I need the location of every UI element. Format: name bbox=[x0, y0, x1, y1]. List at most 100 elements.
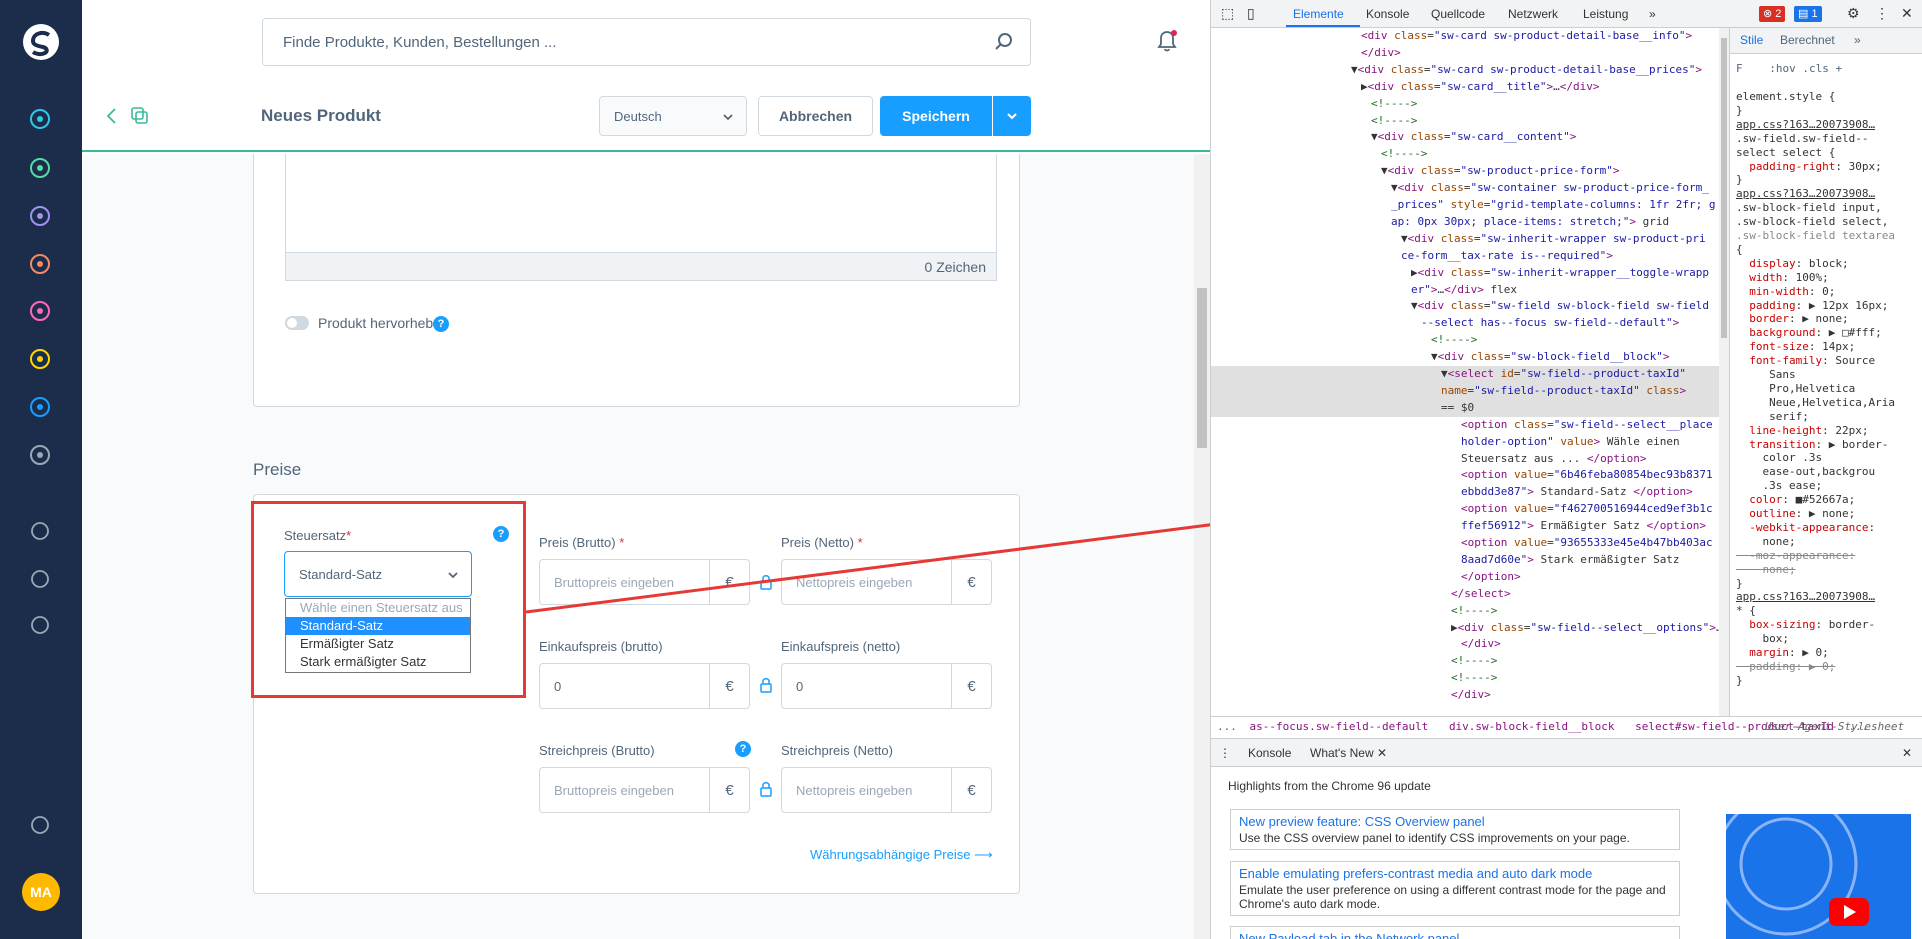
dom-node-line[interactable]: <option value="6b46feba80854bec93b8371 bbox=[1211, 467, 1719, 484]
dom-node-line[interactable]: == $0 bbox=[1211, 399, 1719, 417]
dom-node-line[interactable]: <!----> bbox=[1211, 332, 1719, 349]
dom-node-line[interactable]: ap: 0px 30px; place-items: stretch;"> gr… bbox=[1211, 214, 1719, 231]
error-count-badge[interactable]: ⊗ 2 bbox=[1759, 6, 1786, 22]
lock-icon[interactable] bbox=[759, 677, 773, 693]
language-switch[interactable]: Deutsch bbox=[599, 96, 747, 136]
help-icon[interactable] bbox=[27, 812, 53, 838]
more-tabs-icon[interactable]: » bbox=[1649, 7, 1656, 21]
content-icon[interactable] bbox=[27, 298, 53, 324]
price-net-input[interactable]: Nettopreis eingeben ... € bbox=[781, 559, 992, 605]
storefront-icon[interactable] bbox=[27, 612, 53, 638]
description-editor[interactable] bbox=[285, 154, 997, 253]
dom-node-line[interactable]: <!----> bbox=[1211, 113, 1719, 130]
dom-node-line[interactable]: holder-option" value> Wähle einen bbox=[1211, 434, 1719, 451]
tab-console[interactable]: Konsole bbox=[1366, 7, 1409, 21]
breadcrumb-ellipsis[interactable]: ... bbox=[1217, 720, 1237, 733]
dom-node-line[interactable]: name="sw-field--product-taxId" class> bbox=[1211, 382, 1719, 400]
whats-new-title[interactable]: Enable emulating prefers-contrast media … bbox=[1239, 866, 1671, 881]
drawer-tab-whats-new[interactable]: What's New ✕ bbox=[1310, 746, 1387, 760]
dom-node-line[interactable]: </select> bbox=[1211, 586, 1719, 603]
close-drawer-icon[interactable]: ✕ bbox=[1902, 746, 1912, 760]
scrollbar-thumb[interactable] bbox=[1197, 288, 1207, 448]
whats-new-video-thumbnail[interactable] bbox=[1726, 814, 1911, 939]
kebab-menu-icon[interactable]: ⋮ bbox=[1219, 746, 1231, 760]
dom-node-line[interactable]: ▼<div class="sw-container sw-product-pri… bbox=[1211, 180, 1719, 197]
whats-new-item[interactable]: New preview feature: CSS Overview panel … bbox=[1230, 809, 1680, 850]
shopware-logo[interactable] bbox=[21, 22, 61, 62]
currency-prices-link[interactable]: Währungsabhängige Preise ⟶ bbox=[810, 847, 993, 863]
search-icon[interactable] bbox=[994, 32, 1014, 52]
basket-icon[interactable] bbox=[27, 566, 53, 592]
dom-node-line[interactable]: ▶<div class="sw-field--select__options">… bbox=[1211, 620, 1719, 637]
dom-node-line[interactable]: <!----> bbox=[1211, 146, 1719, 163]
price-gross-input[interactable]: Bruttopreis eingeben ... € bbox=[539, 559, 750, 605]
dom-node-line[interactable]: <!----> bbox=[1211, 603, 1719, 620]
tab-styles[interactable]: Stile bbox=[1740, 33, 1763, 48]
close-devtools-icon[interactable]: ✕ bbox=[1901, 5, 1913, 22]
lock-icon[interactable] bbox=[759, 574, 773, 590]
dom-node-line[interactable]: ▼<div class="sw-block-field__block"> bbox=[1211, 349, 1719, 366]
list-gross-input[interactable]: Bruttopreis eingeben ... € bbox=[539, 767, 750, 813]
dom-node-line[interactable]: --select has--focus sw-field--default"> bbox=[1211, 315, 1719, 332]
save-button[interactable]: Speichern bbox=[880, 96, 992, 136]
catalogue-icon[interactable] bbox=[27, 155, 53, 181]
list-price-help-icon[interactable]: ? bbox=[735, 741, 751, 757]
dom-node-line[interactable]: ce-form__tax-rate is--required"> bbox=[1211, 248, 1719, 265]
tab-sources[interactable]: Quellcode bbox=[1431, 7, 1485, 21]
kebab-menu-icon[interactable]: ⋮ bbox=[1875, 5, 1889, 22]
back-arrow-icon[interactable] bbox=[102, 106, 122, 126]
duplicate-icon[interactable] bbox=[130, 106, 150, 126]
main-scrollbar[interactable] bbox=[1194, 154, 1210, 939]
help-icon[interactable]: ? bbox=[433, 316, 449, 332]
dom-node-line[interactable]: <option value="93655333e45e4b47bb403ac bbox=[1211, 535, 1719, 552]
dom-node-line[interactable]: ▼<div class="sw-card__content"> bbox=[1211, 129, 1719, 146]
dom-node-line[interactable]: <option class="sw-field--select__place bbox=[1211, 417, 1719, 434]
dom-node-line[interactable]: 8aad7d60e"> Stark ermäßigter Satz bbox=[1211, 552, 1719, 569]
tab-network[interactable]: Netzwerk bbox=[1508, 7, 1558, 21]
lock-icon[interactable] bbox=[759, 781, 773, 797]
whats-new-title[interactable]: New preview feature: CSS Overview panel bbox=[1239, 814, 1671, 829]
dom-node-line[interactable]: <!----> bbox=[1211, 96, 1719, 113]
more-tabs-icon[interactable]: » bbox=[1854, 33, 1861, 48]
styles-filter[interactable]: F :hov .cls + bbox=[1736, 62, 1842, 76]
highlight-toggle[interactable] bbox=[285, 316, 309, 330]
marketing-icon[interactable] bbox=[27, 346, 53, 372]
breadcrumb-item[interactable]: div.sw-block-field__block bbox=[1449, 720, 1615, 733]
dom-node-line[interactable]: ▼<div class="sw-card sw-product-detail-b… bbox=[1211, 62, 1719, 79]
purchase-net-input[interactable]: 0 € bbox=[781, 663, 992, 709]
whats-new-item[interactable]: New Payload tab in the Network panel bbox=[1230, 926, 1680, 939]
settings-gear-icon[interactable]: ⚙ bbox=[1847, 5, 1860, 22]
list-net-input[interactable]: Nettopreis eingeben ... € bbox=[781, 767, 992, 813]
dom-node-line[interactable]: ffef56912"> Ermäßigter Satz </option> bbox=[1211, 518, 1719, 535]
dom-node-line[interactable]: _prices" style="grid-template-columns: 1… bbox=[1211, 197, 1719, 214]
dom-node-line[interactable]: ebbdd3e87"> Standard-Satz </option> bbox=[1211, 484, 1719, 501]
dom-node-line[interactable]: <!----> bbox=[1211, 670, 1719, 687]
drawer-tab-console[interactable]: Konsole bbox=[1248, 746, 1291, 760]
notification-bell-icon[interactable] bbox=[1155, 28, 1179, 54]
dom-scrollbar[interactable] bbox=[1719, 28, 1729, 716]
whats-new-item[interactable]: Enable emulating prefers-contrast media … bbox=[1230, 861, 1680, 916]
global-search-input[interactable]: Finde Produkte, Kunden, Bestellungen ... bbox=[262, 18, 1031, 66]
tab-performance[interactable]: Leistung bbox=[1583, 7, 1628, 21]
purchase-gross-input[interactable]: 0 € bbox=[539, 663, 750, 709]
tab-elements[interactable]: Elemente bbox=[1293, 7, 1344, 21]
inspect-icon[interactable]: ⬚ bbox=[1221, 5, 1234, 22]
dom-tree[interactable]: <div class="sw-card sw-product-detail-ba… bbox=[1211, 28, 1719, 716]
scrollbar-thumb[interactable] bbox=[1721, 38, 1727, 338]
user-avatar[interactable]: MA bbox=[22, 873, 60, 911]
save-options-button[interactable] bbox=[993, 96, 1031, 136]
dom-node-line[interactable]: ▼<div class="sw-field sw-block-field sw-… bbox=[1211, 298, 1719, 315]
extensions-icon[interactable] bbox=[27, 394, 53, 420]
dom-node-line[interactable]: </div> bbox=[1211, 45, 1719, 62]
dom-node-line[interactable]: Steuersatz aus ... </option> bbox=[1211, 451, 1719, 468]
dom-node-line[interactable]: ▼<div class="sw-inherit-wrapper sw-produ… bbox=[1211, 231, 1719, 248]
dom-node-line[interactable]: ▼<div class="sw-product-price-form"> bbox=[1211, 163, 1719, 180]
breadcrumb-item[interactable]: as--focus.sw-field--default bbox=[1250, 720, 1429, 733]
message-count-badge[interactable]: ▤ 1 bbox=[1794, 6, 1822, 22]
dom-node-line[interactable]: </div> bbox=[1211, 687, 1719, 704]
dom-node-line[interactable]: er">…</div> flex bbox=[1211, 282, 1719, 299]
settings-icon[interactable] bbox=[27, 442, 53, 468]
youtube-play-icon[interactable] bbox=[1726, 814, 1911, 939]
dom-node-line[interactable]: <!----> bbox=[1211, 653, 1719, 670]
dom-node-line[interactable]: <div class="sw-card sw-product-detail-ba… bbox=[1211, 28, 1719, 45]
